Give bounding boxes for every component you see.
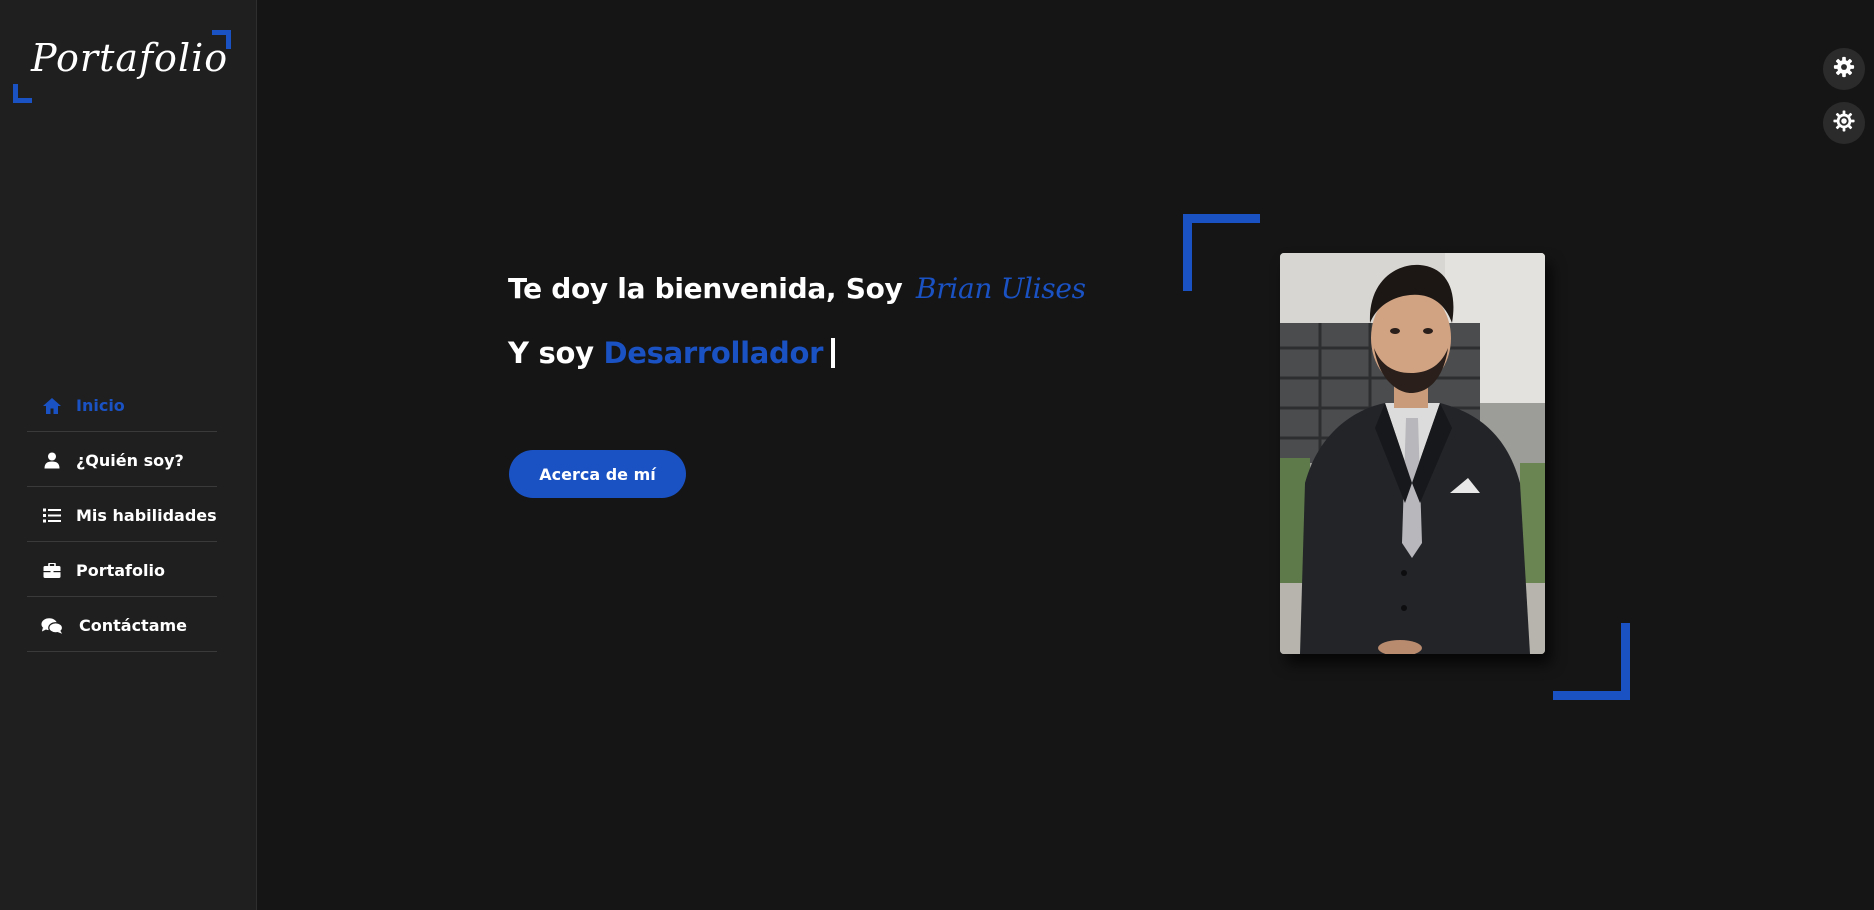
photo-frame-corner-bottom-right <box>1553 623 1630 700</box>
profile-photo <box>1280 253 1545 654</box>
portfolio-page: Portafolio Inicio ¿Quién soy? Mis habili… <box>0 0 1874 910</box>
role-prefix: Y soy <box>508 336 594 370</box>
about-me-button[interactable]: Acerca de mí <box>509 450 686 498</box>
sidebar: Portafolio Inicio ¿Quién soy? Mis habili… <box>0 0 257 910</box>
typing-cursor <box>831 338 836 368</box>
hero-role-line: Y soy Desarrollador <box>508 336 836 370</box>
theme-settings-button[interactable] <box>1823 102 1865 144</box>
sidebar-item-label: Inicio <box>76 396 125 415</box>
sidebar-item-label: Portafolio <box>76 561 165 580</box>
home-icon <box>41 397 63 415</box>
sidebar-item-portafolio[interactable]: Portafolio <box>27 543 217 597</box>
sun-gear-icon <box>1833 110 1855 136</box>
chat-icon <box>41 617 63 635</box>
hero-greeting: Te doy la bienvenida, Soy Brian Ulises <box>508 272 1086 305</box>
logo-corner-bottom-left <box>13 84 32 103</box>
sidebar-item-contactame[interactable]: Contáctame <box>27 598 217 652</box>
user-icon <box>41 452 63 469</box>
logo[interactable]: Portafolio <box>13 30 231 103</box>
sidebar-item-label: ¿Quién soy? <box>76 451 184 470</box>
briefcase-icon <box>41 562 63 579</box>
sidebar-item-inicio[interactable]: Inicio <box>27 378 217 432</box>
greeting-text: Te doy la bienvenida, Soy <box>508 272 903 305</box>
hero-name: Brian Ulises <box>915 272 1086 305</box>
logo-text: Portafolio <box>31 36 229 80</box>
sidebar-nav: Inicio ¿Quién soy? Mis habilidades Porta… <box>27 378 217 653</box>
sidebar-item-mis-habilidades[interactable]: Mis habilidades <box>27 488 217 542</box>
settings-button[interactable] <box>1823 48 1865 90</box>
gear-icon <box>1833 56 1855 82</box>
list-icon <box>41 508 63 523</box>
sidebar-item-label: Contáctame <box>79 616 188 635</box>
hero-role: Desarrollador <box>603 336 824 370</box>
sidebar-item-label: Mis habilidades <box>76 506 217 525</box>
photo-frame-corner-top-left <box>1183 214 1260 291</box>
sidebar-item-quien-soy[interactable]: ¿Quién soy? <box>27 433 217 487</box>
